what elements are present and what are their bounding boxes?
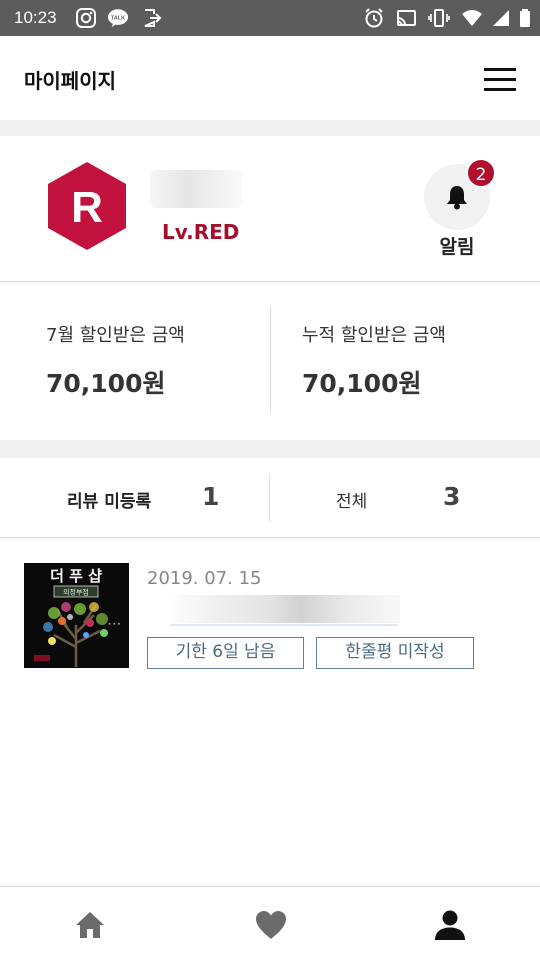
- instagram-icon: [76, 8, 96, 28]
- section-gap: [0, 120, 540, 136]
- wifi-icon: [462, 10, 482, 26]
- deadline-tag[interactable]: 기한 6일 남음: [147, 637, 304, 669]
- nav-mypage[interactable]: [420, 903, 480, 947]
- month-discount-value: 70,100원: [46, 369, 166, 398]
- heart-icon: [256, 911, 286, 939]
- bottom-nav: [0, 886, 540, 960]
- review-unregistered-count: 1: [202, 482, 220, 511]
- review-unregistered-label: 리뷰 미등록: [67, 492, 152, 512]
- user-name-blurred: [150, 170, 242, 208]
- alarm-label: 알림: [439, 236, 475, 258]
- store-sign-title: 더 푸 샵: [50, 567, 102, 585]
- battery-icon: [520, 9, 530, 27]
- item-name-blurred: [165, 595, 400, 623]
- status-time: 10:23: [14, 8, 57, 27]
- tab-review-all[interactable]: 전체 3: [270, 458, 540, 538]
- store-thumbnail[interactable]: 더 푸 샵 의정부점 ∗ ∗ ∗: [24, 563, 129, 668]
- order-date: 2019. 07. 15: [147, 568, 262, 589]
- hamburger-menu-icon[interactable]: [478, 64, 520, 94]
- talk-icon: TALK: [107, 9, 129, 28]
- review-tabs: 리뷰 미등록 1 전체 3: [0, 458, 540, 538]
- svg-text:∗ ∗ ∗: ∗ ∗ ∗: [108, 621, 121, 626]
- member-level: Lv.RED: [162, 220, 240, 244]
- list-item: 더 푸 샵 의정부점 ∗ ∗ ∗ 2019. 07. 15 기한 6일 남음 한…: [0, 538, 540, 688]
- exit-app-icon: [144, 9, 162, 27]
- membership-badge: R: [48, 162, 126, 250]
- section-gap: [0, 440, 540, 458]
- bell-icon: [447, 186, 467, 210]
- total-discount-value: 70,100원: [302, 369, 422, 398]
- review-all-count: 3: [443, 482, 461, 511]
- page-title: 마이페이지: [24, 69, 116, 93]
- alarm-count-badge: 2: [466, 158, 496, 188]
- divider: [270, 306, 271, 412]
- review-all-label: 전체: [336, 492, 368, 512]
- status-bar: 10:23 TALK: [0, 0, 540, 36]
- alarm-clock-icon: [365, 8, 383, 28]
- tab-review-unregistered[interactable]: 리뷰 미등록 1: [0, 458, 270, 538]
- review-status-tag[interactable]: 한줄평 미작성: [316, 637, 474, 669]
- cast-icon: [397, 10, 416, 26]
- store-sign-subtitle: 의정부점: [63, 588, 89, 597]
- total-discount-label: 누적 할인받은 금액: [302, 325, 446, 346]
- nav-favorites[interactable]: [240, 903, 300, 947]
- item-name-underline: [170, 624, 398, 626]
- signal-icon: [493, 10, 509, 26]
- month-discount-label: 7월 할인받은 금액: [46, 325, 185, 346]
- person-icon: [435, 910, 465, 940]
- store-image: 더 푸 샵 의정부점 ∗ ∗ ∗: [24, 563, 129, 668]
- badge-letter: R: [71, 183, 103, 232]
- home-icon: [76, 912, 104, 938]
- profile-section: R Lv.RED 알림: [0, 136, 540, 282]
- nav-home[interactable]: [60, 903, 120, 947]
- talk-icon-text: TALK: [111, 15, 125, 21]
- vibrate-icon: [428, 9, 450, 27]
- app-header: 마이페이지: [0, 36, 540, 120]
- discount-summary: 7월 할인받은 금액 70,100원 누적 할인받은 금액 70,100원: [0, 282, 540, 440]
